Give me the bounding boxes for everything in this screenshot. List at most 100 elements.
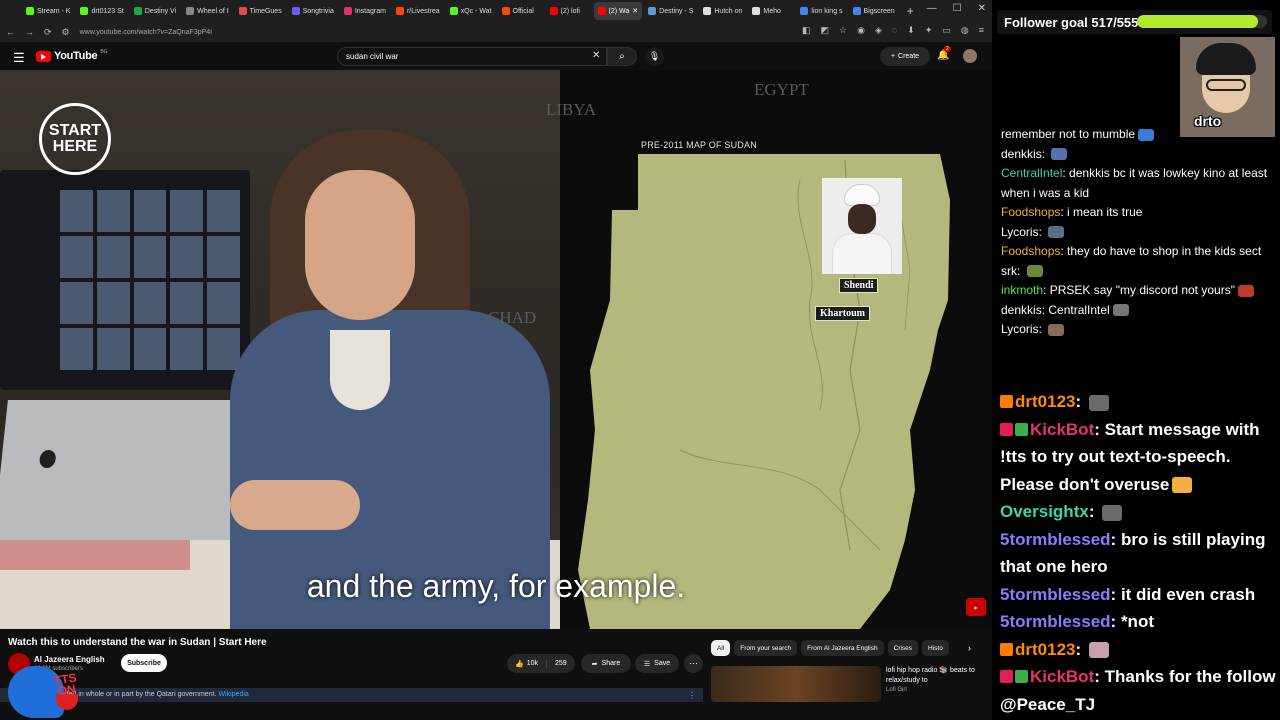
tab-label: xQc - Wat: [460, 7, 492, 15]
voice-search-button[interactable]: 🎙: [645, 47, 664, 66]
subscribe-button[interactable]: Subscribe: [121, 654, 167, 672]
extension-icon[interactable]: ◩: [821, 25, 830, 36]
browser-tab[interactable]: TimeGues: [235, 2, 286, 20]
chat-message: denkkis:: [1001, 145, 1279, 165]
tab-label: (2) Wa: [608, 7, 630, 15]
browser-tab[interactable]: Stream - K: [22, 2, 74, 20]
chat-username[interactable]: srk: [1001, 264, 1017, 278]
chat-username[interactable]: Oversightx: [1000, 502, 1089, 521]
browser-tab[interactable]: lion king s: [796, 2, 846, 20]
chat-username[interactable]: Foodshops: [1001, 244, 1060, 258]
share-icon: ➦: [591, 660, 598, 668]
more-actions-button[interactable]: ⋯: [684, 654, 703, 673]
recommendation-thumbnail[interactable]: [711, 666, 881, 702]
recommendation-title[interactable]: lofi hip hop radio 📚 beats to relax/stud…: [886, 666, 986, 686]
dislike-button[interactable]: 259: [547, 660, 575, 667]
browser-tab[interactable]: Official: [498, 2, 544, 20]
browser-tab[interactable]: Songtrivia: [288, 2, 338, 20]
chat-username[interactable]: CentralIntel: [1001, 166, 1062, 180]
url-field[interactable]: www.youtube.com/watch?v=ZaQnaF3pP4I: [80, 29, 212, 36]
tab-favicon-icon: [26, 7, 34, 15]
download-icon[interactable]: ⬇: [907, 25, 915, 36]
notice-menu-icon[interactable]: ⋮: [688, 691, 696, 700]
account-avatar[interactable]: [963, 49, 977, 63]
bookmark-star-icon[interactable]: ☆: [839, 25, 847, 36]
browser-tab[interactable]: Wheel of I: [182, 2, 233, 20]
extension-icon[interactable]: ◧: [802, 25, 811, 36]
tab-favicon-icon: [291, 7, 300, 15]
chat-username[interactable]: drt0123: [1015, 392, 1075, 411]
profile-icon[interactable]: ◍: [961, 25, 969, 36]
chat-username[interactable]: 5tormblessed: [1000, 612, 1111, 631]
browser-tab[interactable]: Meho: [748, 2, 794, 20]
tab-label: Destiny - S: [659, 7, 694, 15]
city-shendi: Shendi: [839, 278, 879, 293]
chips-next-icon[interactable]: ›: [968, 643, 971, 653]
chat-username[interactable]: denkkis: [1001, 303, 1042, 317]
follower-goal-bar: [1137, 15, 1267, 28]
chat-username[interactable]: inkmoth: [1001, 283, 1043, 297]
tab-label: TimeGues: [249, 7, 282, 15]
wikipedia-link[interactable]: Wikipedia: [218, 691, 248, 698]
save-button[interactable]: ☰ Save: [635, 654, 679, 673]
new-tab-icon[interactable]: +: [907, 4, 914, 18]
site-info-icon[interactable]: ⚙: [62, 27, 70, 38]
browser-tab[interactable]: Bigscreen: [849, 2, 899, 20]
subscribe-watermark-icon[interactable]: ▶: [966, 598, 986, 616]
browser-tab[interactable]: Hutch on: [699, 2, 746, 20]
tab-label: drt0123 St: [91, 7, 124, 15]
filter-chip[interactable]: All: [711, 640, 731, 656]
browser-tab[interactable]: (2) Wa ✕: [593, 2, 643, 20]
chat-username[interactable]: KickBot: [1030, 420, 1094, 439]
chat-username[interactable]: 5tormblessed: [1000, 530, 1111, 549]
back-icon[interactable]: ←: [6, 27, 15, 37]
reload-icon[interactable]: ⟳: [44, 27, 52, 38]
browser-tab[interactable]: (2) lofi: [546, 2, 592, 20]
browser-menu-icon[interactable]: ≡: [979, 25, 984, 36]
create-button[interactable]: + Create: [880, 47, 930, 66]
minimize-icon[interactable]: —: [927, 3, 937, 14]
browser-tab[interactable]: Destiny - S: [644, 2, 697, 20]
close-window-icon[interactable]: ✕: [978, 3, 986, 14]
chat-colon: :: [1041, 146, 1049, 161]
like-button[interactable]: 👍 10k: [507, 659, 548, 668]
search-input[interactable]: sudan civil war: [337, 47, 607, 66]
extension-icon[interactable]: ◌: [892, 25, 897, 36]
browser-tab[interactable]: r/Livestrea: [392, 2, 444, 20]
browser-tab[interactable]: drt0123 St: [76, 2, 127, 20]
extension-icon[interactable]: ◉: [857, 25, 865, 36]
filter-chip[interactable]: Crises: [887, 640, 919, 656]
search-button[interactable]: ⌕: [607, 47, 637, 66]
video-player[interactable]: START HERE LIBYA EGYPT CHAD PRE-2011 MAP…: [0, 70, 992, 629]
forward-icon[interactable]: →: [25, 27, 34, 37]
chat-username[interactable]: 5tormblessed: [1000, 585, 1111, 604]
chat-username[interactable]: KickBot: [1030, 667, 1094, 686]
sidebar-icon[interactable]: ▭: [942, 25, 951, 36]
maximize-icon[interactable]: ☐: [953, 3, 962, 14]
create-label: Create: [898, 53, 920, 60]
chat-username[interactable]: Lycoris: [1001, 225, 1039, 239]
chat-message: denkkis: CentralIntel: [1001, 301, 1279, 321]
tab-close-icon[interactable]: ✕: [632, 7, 638, 15]
youtube-logo[interactable]: YouTube BG: [36, 49, 108, 62]
chat-username[interactable]: Foodshops: [1001, 205, 1060, 219]
extensions-puzzle-icon[interactable]: ✦: [925, 25, 933, 36]
browser-tab[interactable]: xQc - Wat: [446, 2, 496, 20]
extension-icon[interactable]: ◈: [875, 25, 882, 36]
chat-username[interactable]: denkkis: [1001, 147, 1042, 161]
filter-chip[interactable]: Histo: [922, 640, 949, 656]
hamburger-menu-icon[interactable]: ☰: [13, 50, 25, 66]
clear-search-icon[interactable]: ✕: [592, 50, 600, 61]
apple-logo-icon: [38, 450, 57, 468]
share-button[interactable]: ➦ Share: [581, 654, 631, 673]
chat-username[interactable]: drt0123: [1015, 640, 1075, 659]
filter-chip[interactable]: From Al Jazeera English: [801, 640, 884, 656]
tab-label: Bigscreen: [863, 7, 895, 15]
follower-goal: Follower goal 517/555: [997, 10, 1272, 34]
tts-on-logo: TTS ON: [0, 656, 80, 720]
filter-chip[interactable]: From your search: [734, 640, 798, 656]
browser-tab[interactable]: Destiny Vi: [130, 2, 180, 20]
chat-text: it did even crash: [1120, 584, 1256, 604]
chat-username[interactable]: Lycoris: [1001, 322, 1039, 336]
browser-tab[interactable]: Instagram: [340, 2, 390, 20]
